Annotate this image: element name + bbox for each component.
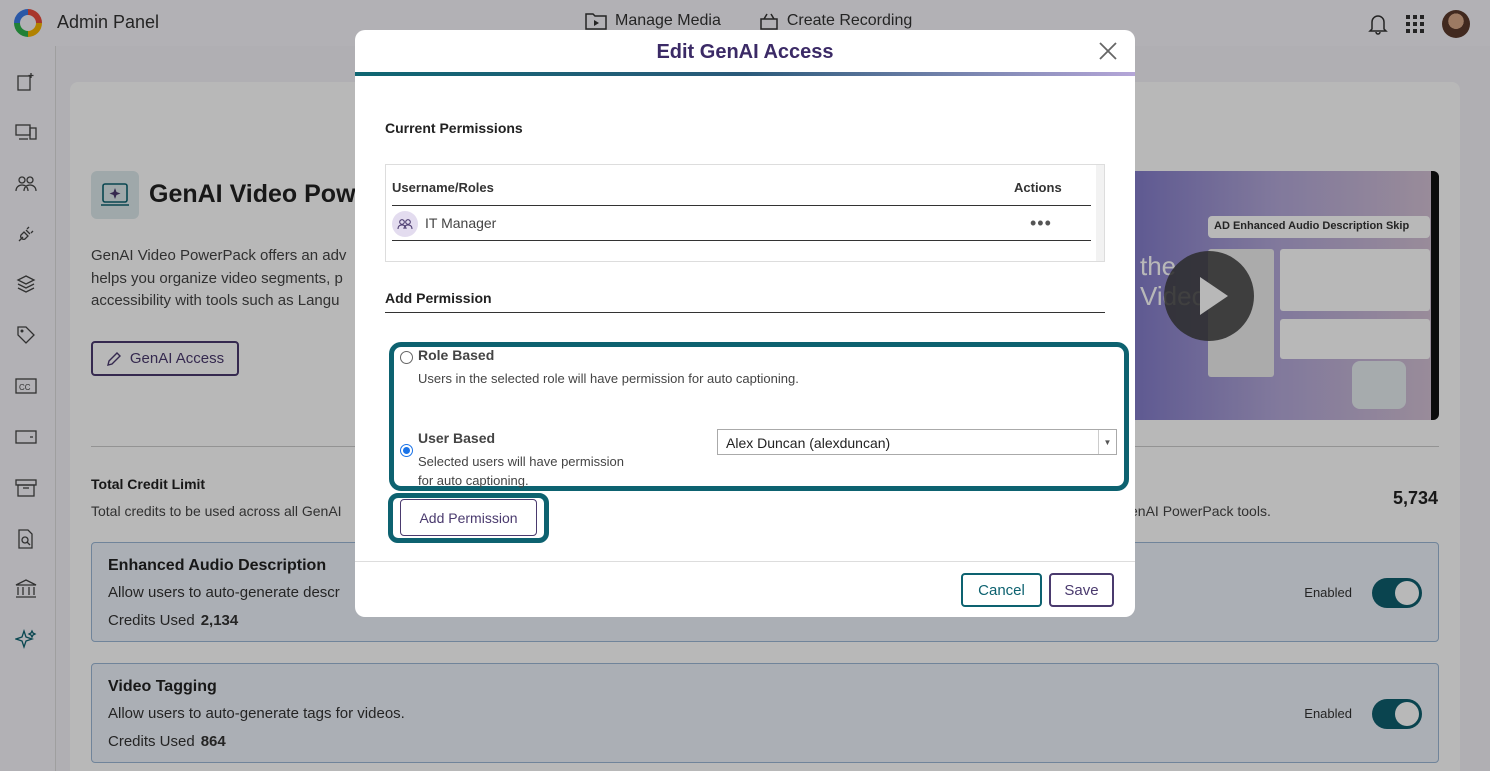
more-actions-icon[interactable]: ••• (1030, 213, 1052, 234)
modal-accent-bar (355, 72, 1135, 76)
user-based-label: User Based (418, 430, 496, 446)
column-header-name: Username/Roles (392, 180, 494, 195)
user-based-desc: Selected users will have permission for … (418, 452, 624, 490)
permission-row-name: IT Manager (425, 215, 497, 231)
add-permission-title: Add Permission (385, 290, 492, 306)
permissions-table: Username/Roles Actions IT Manager ••• (385, 164, 1105, 262)
user-select-value: Alex Duncan (alexduncan) (726, 435, 891, 451)
column-header-actions: Actions (1014, 180, 1062, 195)
table-divider (392, 205, 1091, 206)
close-icon[interactable] (1097, 40, 1119, 62)
modal-footer-divider (355, 561, 1135, 562)
user-based-radio[interactable] (400, 444, 413, 457)
save-button[interactable]: Save (1049, 573, 1114, 607)
user-select[interactable]: Alex Duncan (alexduncan) ▼ (717, 429, 1117, 455)
role-group-icon (392, 211, 418, 237)
current-permissions-title: Current Permissions (385, 120, 523, 136)
role-based-label: Role Based (418, 347, 495, 363)
cancel-button[interactable]: Cancel (961, 573, 1042, 607)
role-based-radio[interactable] (400, 351, 413, 364)
user-based-desc-line: Selected users will have permission (418, 454, 624, 469)
modal-title: Edit GenAI Access (656, 41, 834, 63)
section-underline (385, 312, 1105, 313)
role-based-desc: Users in the selected role will have per… (418, 371, 799, 386)
chevron-down-icon[interactable]: ▼ (1098, 430, 1116, 454)
edit-genai-access-modal: Edit GenAI Access Current Permissions Us… (355, 30, 1135, 617)
table-scrollbar[interactable] (1096, 165, 1104, 261)
add-permission-button[interactable]: Add Permission (400, 499, 537, 536)
user-based-desc-line: for auto captioning. (418, 473, 529, 488)
table-divider (392, 240, 1091, 241)
